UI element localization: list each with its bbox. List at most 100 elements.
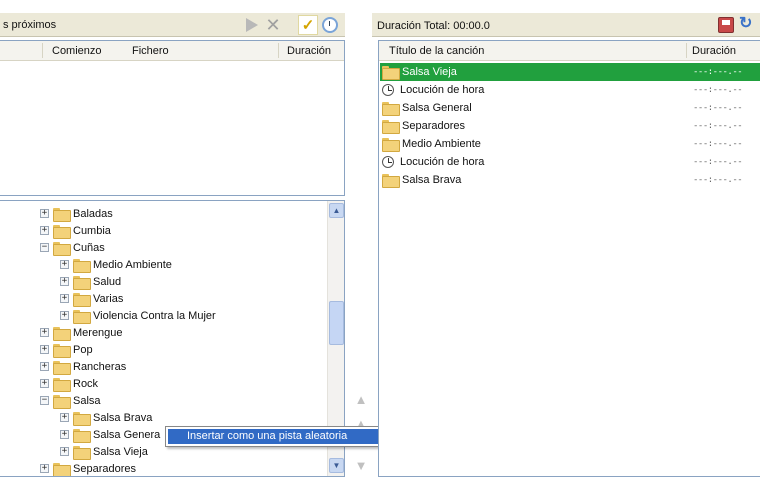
song-title: Medio Ambiente — [402, 138, 481, 150]
folder-icon — [53, 462, 71, 476]
move-down-icon[interactable]: ▼ — [354, 458, 368, 473]
folder-icon — [382, 138, 400, 152]
menu-item-insert-random-track[interactable]: Insertar como una pista aleatoria — [168, 429, 380, 444]
tree-item[interactable]: + Salud — [60, 273, 121, 290]
column-divider[interactable] — [42, 43, 43, 58]
playlist-row[interactable]: Salsa General ---:---.-- — [380, 99, 760, 117]
tree-item[interactable]: + Rock — [40, 375, 98, 392]
folder-icon — [53, 241, 71, 256]
folder-icon — [73, 258, 91, 273]
expand-icon[interactable]: + — [60, 294, 69, 303]
tree-item[interactable]: + Salsa Genera — [60, 426, 160, 443]
tree-item-label: Varias — [93, 292, 124, 305]
tree-item[interactable]: + Pop — [40, 341, 93, 358]
expand-icon[interactable]: + — [60, 413, 69, 422]
song-duration: ---:---.-- — [693, 103, 743, 113]
scroll-thumb[interactable] — [329, 301, 344, 345]
play-icon[interactable] — [244, 17, 260, 33]
tree-item[interactable]: − Salsa — [40, 392, 101, 409]
expand-icon[interactable]: + — [40, 362, 49, 371]
song-duration: ---:---.-- — [693, 121, 743, 131]
tree-item-label: Salsa Brava — [93, 411, 153, 424]
playlist-row[interactable]: Salsa Brava ---:---.-- — [380, 171, 760, 189]
tree-item-label: Salsa — [73, 394, 101, 407]
folder-icon — [53, 377, 71, 392]
clock-icon[interactable] — [322, 17, 338, 33]
expand-icon[interactable]: + — [60, 447, 69, 456]
playlist-row[interactable]: Salsa Vieja ---:---.-- — [380, 63, 760, 81]
queue-column-header: Comienzo Fichero Duración — [0, 41, 344, 61]
save-icon[interactable] — [718, 17, 734, 33]
tree-item[interactable]: + Violencia Contra la Mujer — [60, 307, 216, 324]
song-title: Locución de hora — [400, 84, 485, 96]
expand-icon[interactable]: + — [40, 328, 49, 337]
tree-item[interactable]: + Separadores — [40, 460, 136, 476]
column-fichero[interactable]: Fichero — [132, 45, 169, 57]
tree-item[interactable]: + Varias — [60, 290, 123, 307]
context-menu: Insertar como una pista aleatoria — [165, 426, 383, 447]
tree-item-label: Separadores — [73, 462, 136, 475]
scroll-down-button[interactable]: ▼ — [329, 458, 344, 473]
left-panel-header: s próximos ✕ ✓ — [0, 13, 345, 37]
expand-icon[interactable]: + — [40, 379, 49, 388]
tree-item[interactable]: + Medio Ambiente — [60, 256, 172, 273]
tree-item[interactable]: + Salsa Brava — [60, 409, 152, 426]
tree-item[interactable]: + Rancheras — [40, 358, 126, 375]
expand-icon[interactable]: + — [40, 464, 49, 473]
playlist[interactable]: Título de la canción Duración Salsa Viej… — [378, 40, 760, 477]
tree-item[interactable]: − Cuñas — [40, 239, 105, 256]
expand-icon[interactable]: + — [60, 277, 69, 286]
folder-icon — [73, 292, 91, 307]
expand-icon[interactable]: + — [60, 260, 69, 269]
folder-icon — [73, 275, 91, 290]
song-duration: ---:---.-- — [693, 157, 743, 167]
left-panel-title: s próximos — [3, 19, 57, 31]
expand-icon[interactable]: + — [60, 430, 69, 439]
expand-icon[interactable]: + — [40, 209, 49, 218]
tree-item[interactable]: + Merengue — [40, 324, 123, 341]
tree-item-label: Salud — [93, 275, 122, 288]
playlist-row[interactable]: Separadores ---:---.-- — [380, 117, 760, 135]
move-up-icon[interactable]: ▲ — [354, 392, 368, 407]
tree-item-label: Cuñas — [73, 241, 105, 254]
song-title: Salsa Vieja — [402, 66, 457, 78]
playlist-row[interactable]: Locución de hora ---:---.-- — [380, 81, 760, 99]
clock-icon — [382, 84, 394, 96]
close-x-icon[interactable]: ✕ — [264, 16, 282, 34]
upcoming-queue-list[interactable]: Comienzo Fichero Duración — [0, 40, 345, 196]
column-duration[interactable]: Duración — [692, 45, 736, 57]
column-song-title[interactable]: Título de la canción — [389, 45, 484, 57]
folder-icon — [382, 174, 400, 188]
playlist-row[interactable]: Locución de hora ---:---.-- — [380, 153, 760, 171]
tree-item[interactable]: + Baladas — [40, 205, 113, 222]
total-duration-label: Duración Total: 00:00.0 — [377, 20, 490, 32]
folder-icon — [382, 102, 400, 116]
song-duration: ---:---.-- — [693, 85, 743, 95]
song-title: Salsa Brava — [402, 174, 462, 186]
tree-item-label: Baladas — [73, 207, 113, 220]
tree-item-label: Medio Ambiente — [93, 258, 172, 271]
scroll-up-button[interactable]: ▲ — [329, 203, 344, 218]
column-divider[interactable] — [686, 43, 687, 58]
tree-item[interactable]: + Cumbia — [40, 222, 111, 239]
tree-item[interactable]: + Salsa Vieja — [60, 443, 148, 460]
expand-icon[interactable]: + — [40, 226, 49, 235]
refresh-icon[interactable]: ↻ — [739, 16, 755, 33]
right-panel-header: Duración Total: 00:00.0 ↻ — [372, 13, 760, 37]
column-comienzo[interactable]: Comienzo — [52, 45, 102, 57]
tree-item-label: Merengue — [73, 326, 123, 339]
playlist-row[interactable]: Medio Ambiente ---:---.-- — [380, 135, 760, 153]
collapse-icon[interactable]: − — [40, 243, 49, 252]
folder-icon — [53, 343, 71, 358]
column-divider[interactable] — [278, 43, 279, 58]
checkmark-icon[interactable]: ✓ — [298, 15, 318, 35]
playlist-column-header: Título de la canción Duración — [379, 41, 760, 61]
column-duracion[interactable]: Duración — [287, 45, 331, 57]
tree-item-label: Salsa Vieja — [93, 445, 148, 458]
collapse-icon[interactable]: − — [40, 396, 49, 405]
folder-icon — [382, 66, 400, 80]
song-duration: ---:---.-- — [693, 139, 743, 149]
expand-icon[interactable]: + — [40, 345, 49, 354]
folder-icon — [53, 207, 71, 222]
expand-icon[interactable]: + — [60, 311, 69, 320]
